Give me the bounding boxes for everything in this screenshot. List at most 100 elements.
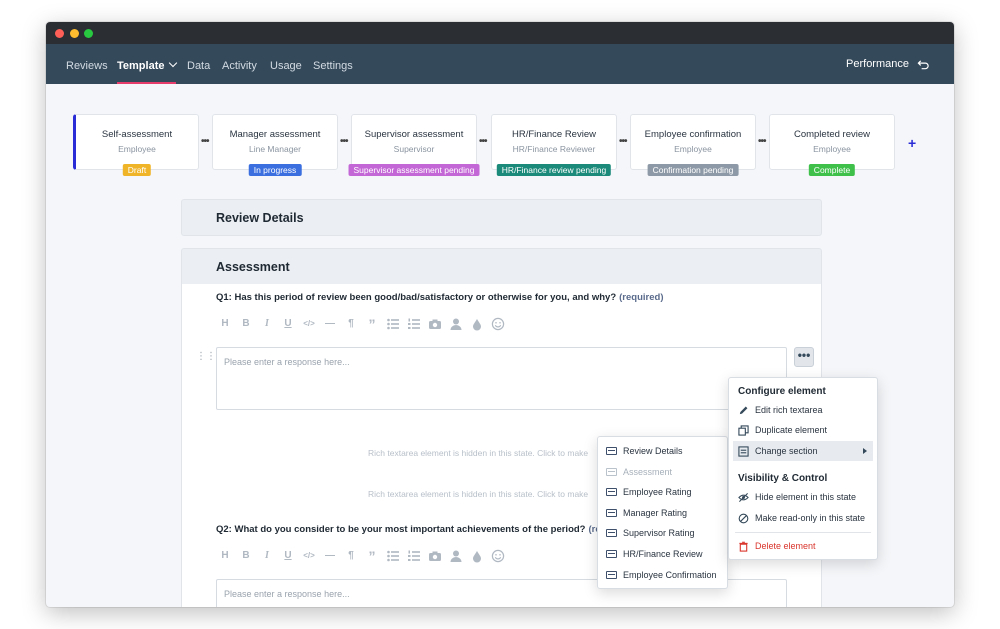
question-2-label: Q2: What do you consider to be your most… bbox=[216, 524, 615, 535]
camera-icon[interactable] bbox=[428, 317, 442, 331]
stage-status-badge: Complete bbox=[808, 164, 856, 176]
stage-supervisor-assessment[interactable]: Supervisor assessment Supervisor Supervi… bbox=[348, 114, 480, 176]
section-title: Assessment bbox=[216, 260, 290, 274]
section-icon bbox=[606, 488, 617, 496]
smiley-icon[interactable] bbox=[491, 549, 505, 563]
question-text: Q1: Has this period of review been good/… bbox=[216, 292, 617, 303]
submenu-item-label: Supervisor Rating bbox=[623, 528, 695, 538]
stage-title: Self-assessment bbox=[101, 129, 173, 140]
hide-element-item[interactable]: Hide element in this state bbox=[733, 487, 873, 507]
minimize-window-button[interactable] bbox=[70, 29, 79, 38]
heading-button[interactable]: H bbox=[218, 317, 232, 331]
submenu-item-employee-confirmation[interactable]: Employee Confirmation bbox=[602, 565, 723, 585]
submenu-item-employee-rating[interactable]: Employee Rating bbox=[602, 482, 723, 502]
nav-template[interactable]: Template bbox=[117, 44, 178, 84]
smiley-icon[interactable] bbox=[491, 317, 505, 331]
bold-button[interactable]: B bbox=[239, 549, 253, 563]
nav-settings[interactable]: Settings bbox=[313, 44, 353, 84]
element-options-button[interactable]: ••• bbox=[794, 347, 814, 367]
performance-switcher[interactable]: Performance bbox=[846, 44, 930, 84]
edit-rich-textarea-item[interactable]: Edit rich textarea bbox=[733, 400, 873, 420]
nav-reviews[interactable]: Reviews bbox=[66, 44, 108, 84]
hidden-element-note[interactable]: Rich textarea element is hidden in this … bbox=[368, 489, 588, 499]
blockquote-button[interactable]: ” bbox=[365, 317, 379, 331]
stage-role: Supervisor bbox=[393, 144, 435, 154]
section-icon bbox=[606, 529, 617, 537]
nav-activity[interactable]: Activity bbox=[222, 44, 257, 84]
bulleted-list-icon[interactable] bbox=[386, 317, 400, 331]
pencil-icon bbox=[739, 406, 748, 414]
submenu-item-review-details[interactable]: Review Details bbox=[602, 441, 723, 461]
textarea-placeholder: Please enter a response here... bbox=[224, 357, 350, 367]
underline-button[interactable]: U bbox=[281, 317, 295, 331]
stage-status-badge: Supervisor assessment pending bbox=[348, 164, 480, 176]
bulleted-list-icon[interactable] bbox=[386, 549, 400, 563]
bold-button[interactable]: B bbox=[239, 317, 253, 331]
delete-element-item[interactable]: Delete element bbox=[733, 536, 873, 556]
hidden-element-note[interactable]: Rich textarea element is hidden in this … bbox=[368, 448, 588, 458]
section-icon bbox=[738, 445, 749, 457]
numbered-list-icon[interactable] bbox=[407, 317, 421, 331]
person-icon[interactable] bbox=[449, 549, 463, 563]
stage-connector: ••• bbox=[201, 136, 209, 147]
menu-item-label: Duplicate element bbox=[755, 425, 828, 435]
drag-handle-icon[interactable]: ⋮⋮ bbox=[196, 352, 216, 362]
menu-item-label: Hide element in this state bbox=[755, 492, 857, 502]
nav-data[interactable]: Data bbox=[187, 44, 210, 84]
stage-role: Employee bbox=[674, 144, 712, 154]
paragraph-button[interactable]: ¶ bbox=[344, 549, 358, 563]
horizontal-rule-button[interactable]: — bbox=[323, 317, 337, 331]
stage-completed-review[interactable]: Completed review Employee Complete bbox=[769, 114, 895, 176]
person-icon[interactable] bbox=[449, 317, 463, 331]
q1-response-textarea[interactable]: Please enter a response here... bbox=[216, 347, 787, 410]
maximize-window-button[interactable] bbox=[84, 29, 93, 38]
underline-button[interactable]: U bbox=[281, 549, 295, 563]
submenu-item-assessment: Assessment bbox=[602, 462, 723, 482]
menu-divider bbox=[735, 532, 871, 533]
code-button[interactable]: </> bbox=[302, 549, 316, 563]
italic-button[interactable]: I bbox=[260, 317, 274, 331]
camera-icon[interactable] bbox=[428, 549, 442, 563]
section-review-details[interactable]: Review Details bbox=[181, 199, 822, 236]
submenu-item-label: Assessment bbox=[623, 467, 673, 477]
blockquote-button[interactable]: ” bbox=[365, 549, 379, 563]
stage-connector: ••• bbox=[619, 136, 627, 147]
section-icon bbox=[606, 571, 617, 579]
drop-icon[interactable] bbox=[470, 549, 484, 563]
stage-hr-finance-review[interactable]: HR/Finance Review HR/Finance Reviewer HR… bbox=[491, 114, 617, 176]
stage-title: Manager assessment bbox=[229, 129, 321, 140]
section-icon bbox=[606, 550, 617, 558]
submenu-item-supervisor-rating[interactable]: Supervisor Rating bbox=[602, 523, 723, 543]
duplicate-icon bbox=[738, 424, 749, 436]
app-window: Reviews Template Data Activity Usage Set… bbox=[46, 22, 954, 607]
ban-icon bbox=[738, 513, 749, 523]
section-icon bbox=[606, 509, 617, 517]
stage-status-badge: HR/Finance review pending bbox=[496, 164, 612, 176]
stage-self-assessment[interactable]: Self-assessment Employee Draft bbox=[73, 114, 199, 176]
stage-manager-assessment[interactable]: Manager assessment Line Manager In progr… bbox=[212, 114, 338, 176]
close-window-button[interactable] bbox=[55, 29, 64, 38]
drop-icon[interactable] bbox=[470, 317, 484, 331]
change-section-item[interactable]: Change section bbox=[733, 441, 873, 461]
stage-employee-confirmation[interactable]: Employee confirmation Employee Confirmat… bbox=[630, 114, 756, 176]
code-button[interactable]: </> bbox=[302, 317, 316, 331]
nav-usage[interactable]: Usage bbox=[270, 44, 302, 84]
numbered-list-icon[interactable] bbox=[407, 549, 421, 563]
add-stage-button[interactable]: + bbox=[908, 135, 916, 151]
submenu-item-hr-finance-review[interactable]: HR/Finance Review bbox=[602, 544, 723, 564]
stage-title: Completed review bbox=[793, 129, 871, 140]
make-read-only-item[interactable]: Make read-only in this state bbox=[733, 508, 873, 528]
change-section-submenu: Review Details Assessment Employee Ratin… bbox=[597, 436, 728, 589]
submenu-item-label: Employee Rating bbox=[623, 487, 692, 497]
italic-button[interactable]: I bbox=[260, 549, 274, 563]
duplicate-element-item[interactable]: Duplicate element bbox=[733, 420, 873, 440]
configure-element-menu: Configure element Edit rich textarea Dup… bbox=[728, 377, 878, 560]
stage-role: Line Manager bbox=[249, 144, 301, 154]
section-icon bbox=[606, 447, 617, 455]
paragraph-button[interactable]: ¶ bbox=[344, 317, 358, 331]
submenu-item-manager-rating[interactable]: Manager Rating bbox=[602, 503, 723, 523]
section-assessment[interactable]: Assessment bbox=[181, 248, 822, 285]
stage-connector: ••• bbox=[758, 136, 766, 147]
horizontal-rule-button[interactable]: — bbox=[323, 549, 337, 563]
heading-button[interactable]: H bbox=[218, 549, 232, 563]
